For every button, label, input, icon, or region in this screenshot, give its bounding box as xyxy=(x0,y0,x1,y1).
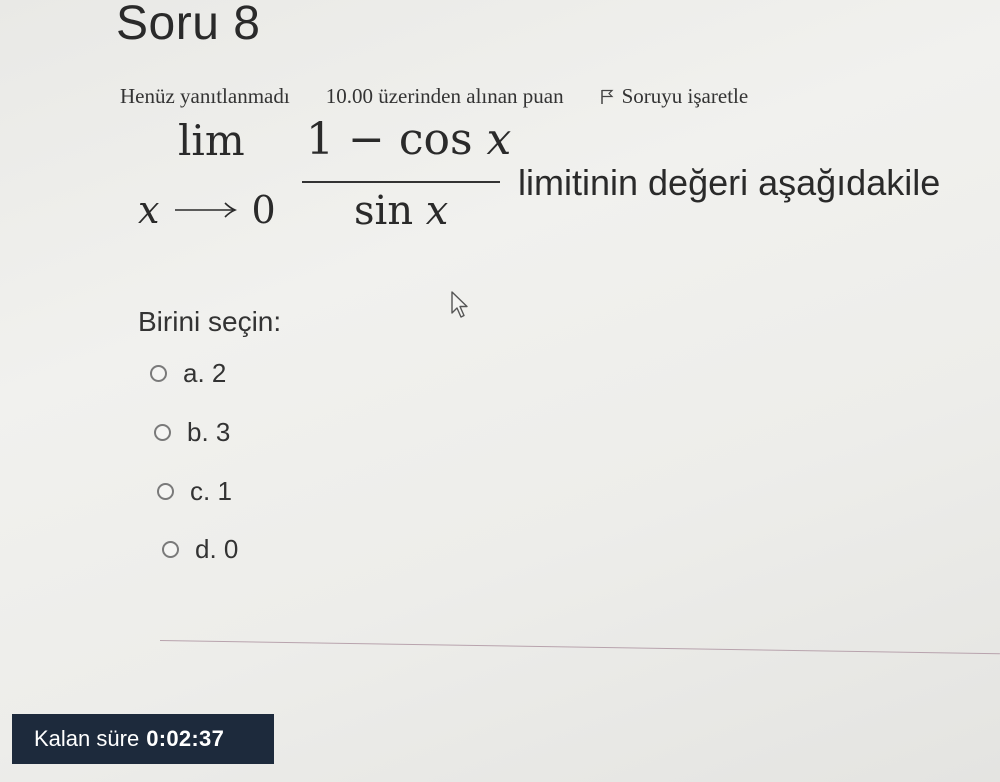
limit-variable: x xyxy=(138,188,160,232)
fraction-numerator: 1 − cos x xyxy=(306,114,511,165)
timer-value: 0:02:37 xyxy=(146,726,225,751)
numerator-variable: x xyxy=(486,114,512,165)
right-arrow-icon xyxy=(175,202,238,218)
question-title: Soru 8 xyxy=(116,0,261,50)
radio-button-b[interactable] xyxy=(154,424,171,441)
limit-formula: lim x 0 1 − cos x sin x limitinin değeri… xyxy=(130,108,1000,248)
question-info: Henüz yanıtlanmadı 10.00 üzerinden alına… xyxy=(120,84,748,109)
flag-question-label: Soruyu işaretle xyxy=(621,84,749,108)
answer-option-d[interactable]: d. 0 xyxy=(162,534,238,565)
flag-question-button[interactable]: Soruyu işaretle xyxy=(600,84,749,109)
answer-label-b: b. 3 xyxy=(187,417,231,447)
quiz-timer: Kalan süre 0:02:37 xyxy=(12,714,274,764)
question-text: limitinin değeri aşağıdakile xyxy=(518,162,941,203)
mouse-pointer-icon xyxy=(451,291,468,318)
flag-icon xyxy=(600,89,614,104)
fraction-bar xyxy=(302,181,500,183)
radio-button-c[interactable] xyxy=(157,483,174,500)
radio-button-a[interactable] xyxy=(150,365,167,382)
denominator-variable: x xyxy=(425,188,449,234)
answer-label-a: a. 2 xyxy=(183,358,227,388)
radio-button-d[interactable] xyxy=(162,541,179,558)
limit-subscript: x 0 xyxy=(138,188,276,232)
separator-line xyxy=(159,640,1000,655)
numerator-lead: 1 − cos xyxy=(306,114,487,165)
answer-label-d: d. 0 xyxy=(195,534,239,564)
timer-label: Kalan süre xyxy=(34,726,140,751)
answer-option-b[interactable]: b. 3 xyxy=(154,417,230,448)
limit-target: 0 xyxy=(251,188,276,232)
answer-option-c[interactable]: c. 1 xyxy=(157,476,232,507)
answer-prompt: Birini seçin: xyxy=(138,306,282,337)
answer-option-a[interactable]: a. 2 xyxy=(150,358,226,389)
fraction-denominator: sin x xyxy=(354,188,448,234)
answer-label-c: c. 1 xyxy=(190,476,232,506)
denominator-lead: sin xyxy=(354,188,426,234)
limit-operator: lim xyxy=(178,116,245,165)
question-grade: 10.00 üzerinden alınan puan xyxy=(325,84,564,108)
question-state: Henüz yanıtlanmadı xyxy=(120,84,290,108)
